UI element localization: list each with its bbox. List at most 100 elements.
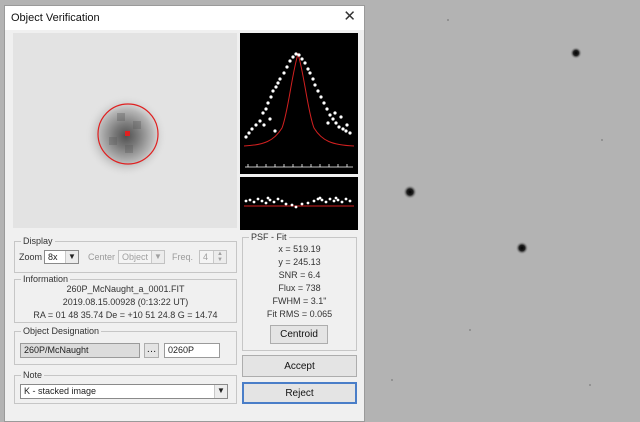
psf-sample-point: [331, 117, 335, 121]
psf-flux: Flux = 738: [278, 283, 321, 293]
residual-point: [320, 198, 324, 202]
psf-sample-point: [274, 85, 278, 89]
reject-button[interactable]: Reject: [242, 382, 357, 404]
residual-point: [312, 199, 316, 203]
centroid-button[interactable]: Centroid: [270, 325, 328, 344]
note-value: K - stacked image: [24, 386, 97, 396]
psf-fit-rms: Fit RMS = 0.065: [266, 309, 333, 319]
psf-sample-point: [273, 129, 277, 133]
psf-sample-point: [316, 89, 320, 93]
designation-name-field[interactable]: 260P/McNaught: [20, 343, 140, 358]
psf-sample-point: [339, 115, 343, 119]
residual-point: [276, 197, 280, 201]
residual-point: [256, 197, 260, 201]
chevron-down-icon[interactable]: ▼: [65, 251, 78, 263]
psf-sample-point: [300, 57, 304, 61]
residual-point: [344, 197, 348, 201]
psf-sample-point: [268, 117, 272, 121]
psf-sample-point: [337, 125, 341, 129]
psf-sample-point: [341, 127, 345, 131]
residual-point: [324, 200, 328, 204]
info-coordinates: RA = 01 48 35.74 De = +10 51 24.8 G = 14…: [33, 310, 218, 320]
psf-sample-point: [294, 52, 298, 56]
psf-sample-point: [266, 101, 270, 105]
psf-sample-point: [291, 55, 295, 59]
note-group: Note K - stacked image ▼: [14, 370, 237, 404]
residual-point: [318, 196, 322, 200]
psf-y: y = 245.13: [278, 257, 321, 267]
residual-point: [290, 203, 294, 207]
psf-sample-point: [258, 119, 262, 123]
zoom-select[interactable]: 8x ▼: [44, 250, 79, 264]
psf-sample-point: [322, 101, 326, 105]
spinner-arrows-icon[interactable]: ▲ ▼: [213, 251, 226, 263]
note-group-label: Note: [21, 370, 45, 380]
psf-x: x = 519.19: [278, 244, 321, 254]
residual-point: [252, 200, 256, 204]
psf-sample-point: [264, 107, 268, 111]
psf-sample-point: [326, 121, 330, 125]
psf-fit-group: PSF - Fit x = 519.19 y = 245.13 SNR = 6.…: [242, 232, 357, 351]
residual-point: [284, 202, 288, 206]
psf-sample-point: [313, 83, 317, 87]
freq-label: Freq.: [172, 252, 194, 262]
psf-sample-point: [247, 131, 251, 135]
psf-sample-point: [333, 111, 337, 115]
object-designation-group: Object Designation 260P/McNaught … 0260P: [14, 326, 237, 365]
residual-point: [272, 200, 276, 204]
ellipsis-icon[interactable]: …: [144, 343, 159, 358]
fit-residuals-plot: [240, 177, 358, 230]
residual-point: [264, 201, 268, 205]
information-group: Information 260P_McNaught_a_0001.FIT 201…: [14, 274, 237, 323]
info-filename: 260P_McNaught_a_0001.FIT: [66, 284, 185, 294]
residual-point: [260, 199, 264, 203]
freq-spinner[interactable]: 4 ▲ ▼: [199, 250, 227, 264]
residual-point: [280, 199, 284, 203]
zoom-value: 8x: [48, 252, 58, 262]
psf-sample-point: [325, 107, 329, 111]
psf-sample-point: [271, 89, 275, 93]
psf-sample-point: [262, 123, 266, 127]
residual-point: [266, 196, 270, 200]
residual-point: [334, 196, 338, 200]
residual-point: [332, 199, 336, 203]
star: [403, 185, 417, 199]
display-group-label: Display: [21, 236, 55, 246]
psf-sample-point: [250, 127, 254, 131]
residual-point: [268, 198, 272, 202]
residual-point: [328, 197, 332, 201]
psf-sample-point: [278, 77, 282, 81]
psf-sample-point: [244, 135, 248, 139]
psf-sample-point: [319, 95, 323, 99]
accept-button[interactable]: Accept: [242, 355, 357, 377]
psf-sample-point: [328, 113, 332, 117]
psf-profile-plot: [240, 33, 358, 174]
psf-sample-point: [261, 111, 265, 115]
psf-sample-point: [297, 53, 301, 57]
center-select[interactable]: Object ▼: [118, 250, 165, 264]
chevron-down-icon[interactable]: ▼: [151, 251, 164, 263]
psf-sample-point: [269, 95, 273, 99]
star: [570, 47, 582, 59]
residual-point: [248, 198, 252, 202]
star: [515, 241, 529, 255]
dialog-title: Object Verification: [11, 12, 100, 24]
designation-code-field[interactable]: 0260P: [164, 343, 220, 358]
residual-point: [300, 202, 304, 206]
designation-group-label: Object Designation: [21, 326, 102, 336]
center-marker: [125, 131, 130, 136]
residual-point: [294, 205, 298, 209]
zoom-label: Zoom: [19, 252, 43, 262]
psf-sample-point: [276, 81, 280, 85]
chevron-down-icon[interactable]: ▼: [214, 385, 227, 398]
psf-sample-point: [306, 67, 310, 71]
note-select[interactable]: K - stacked image ▼: [20, 384, 228, 399]
psf-sample-point: [348, 131, 352, 135]
close-icon[interactable]: ✕: [343, 9, 356, 24]
display-group: Display Zoom 8x ▼ Center Object ▼ Freq. …: [14, 236, 237, 273]
title-bar: Object Verification ✕: [5, 6, 364, 30]
residual-point: [336, 198, 340, 202]
residual-point: [306, 201, 310, 205]
info-datetime: 2019.08.15.00928 (0:13:22 UT): [62, 297, 189, 307]
residual-point: [244, 199, 248, 203]
